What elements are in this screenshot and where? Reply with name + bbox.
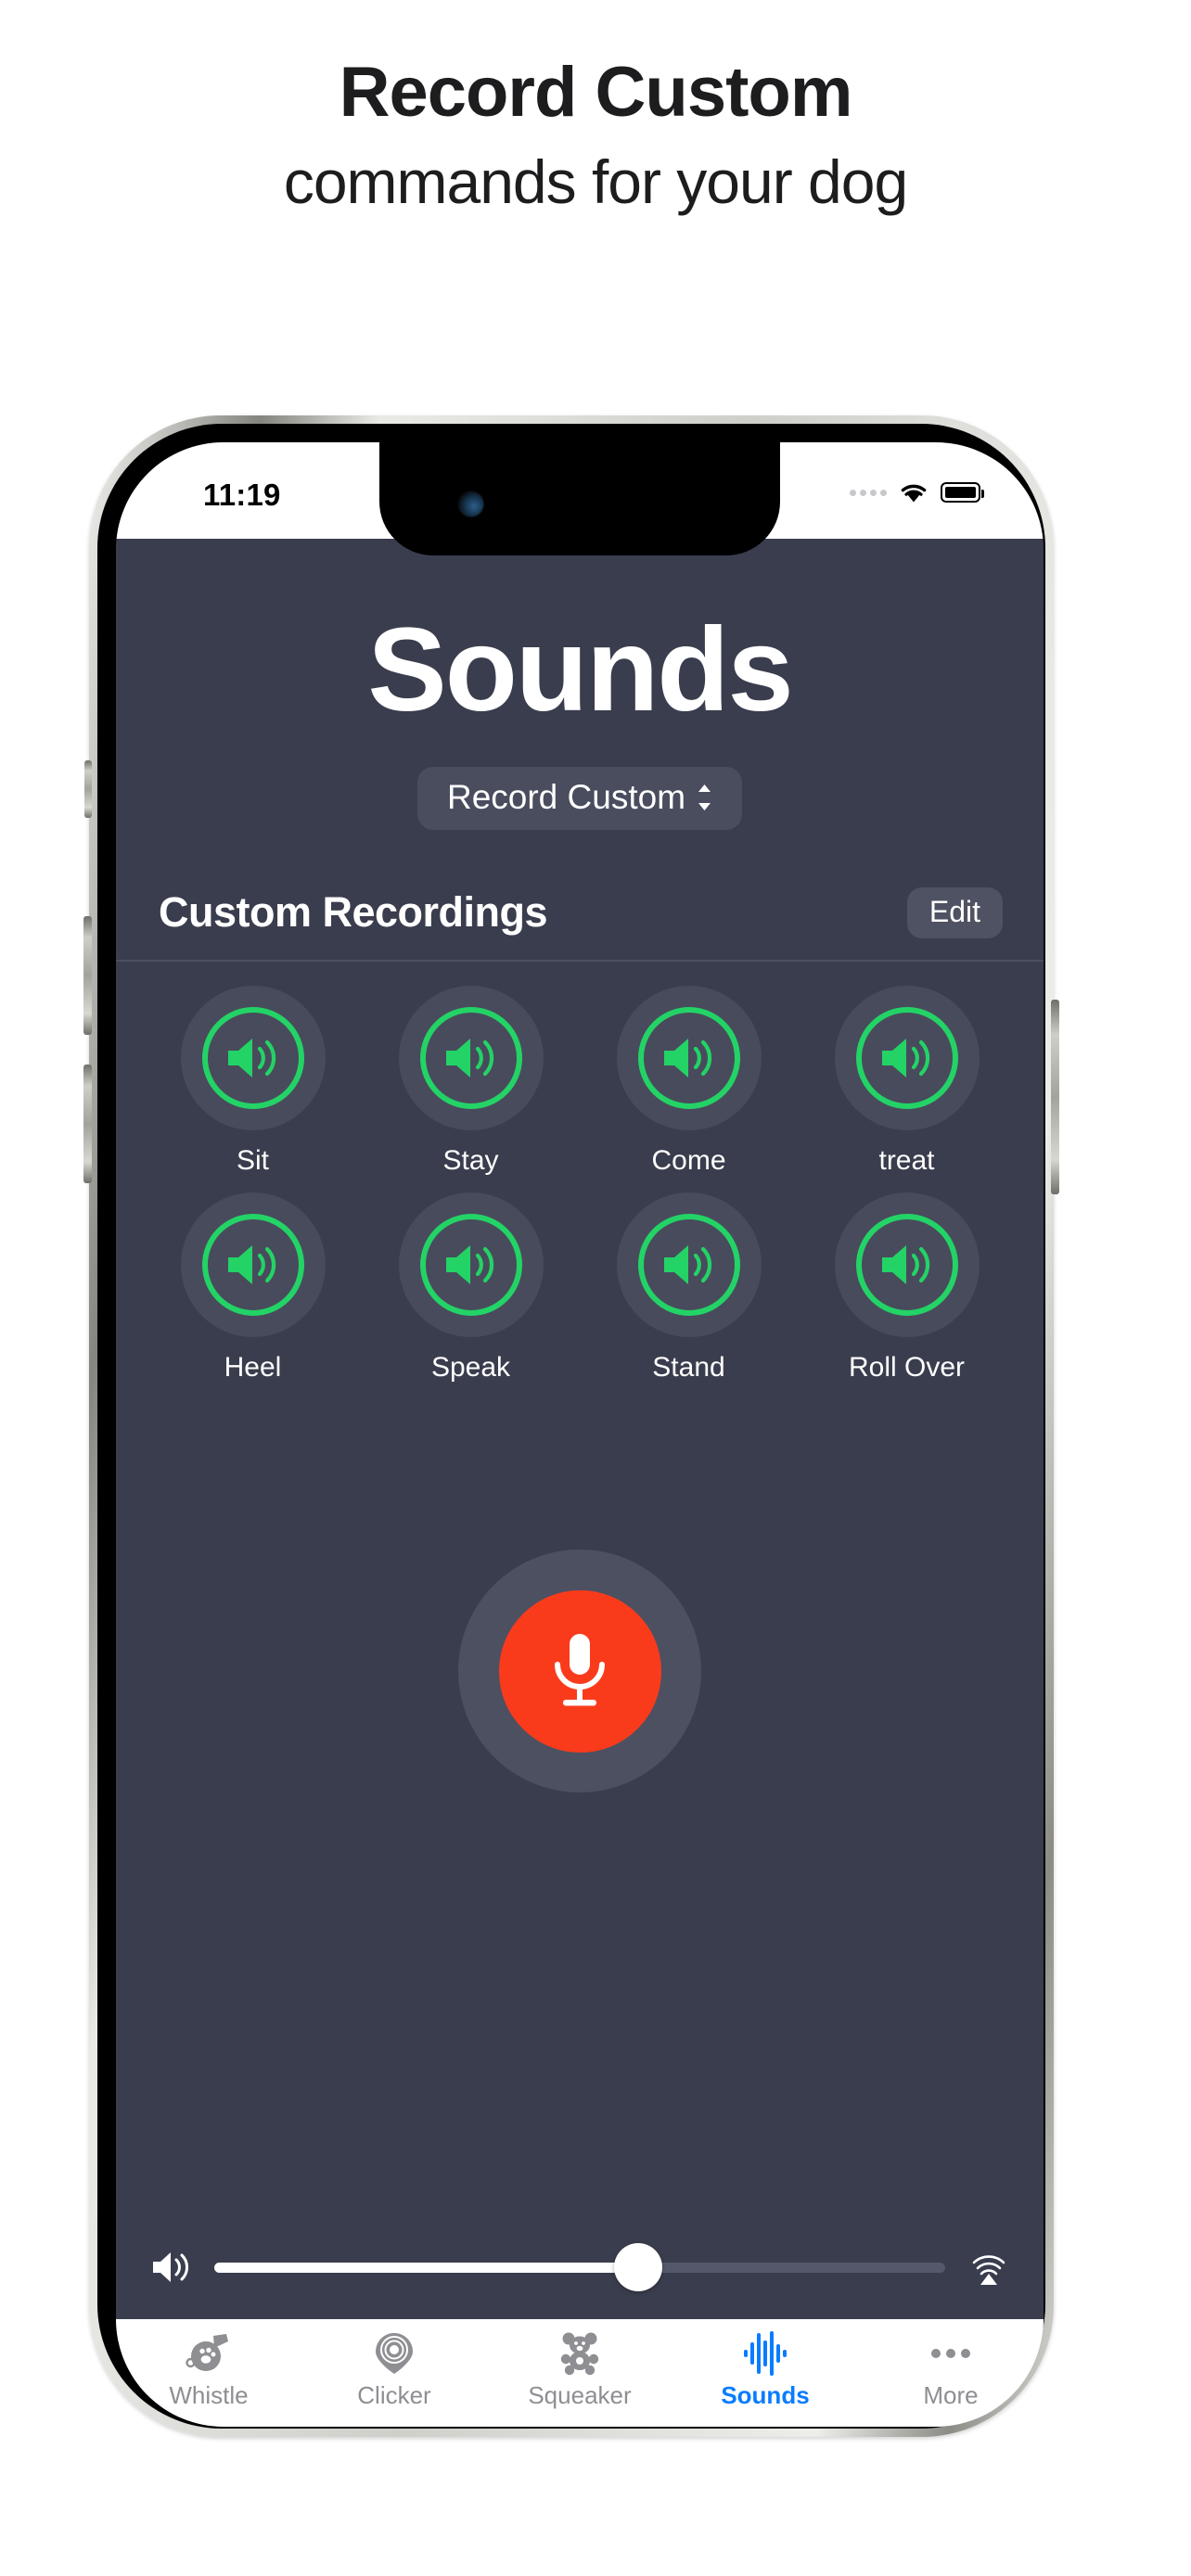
- sound-button[interactable]: Stand: [580, 1192, 798, 1383]
- speaker-wave-icon: [855, 1007, 958, 1109]
- record-halo: [458, 1549, 701, 1792]
- sound-button-label: Speak: [430, 1352, 511, 1383]
- sound-button-label: Stay: [442, 1145, 499, 1176]
- sound-button-label: Come: [651, 1145, 726, 1176]
- section-title: Custom Recordings: [159, 888, 548, 936]
- record-custom-picker[interactable]: Record Custom: [416, 767, 743, 830]
- promo-title: Record Custom: [339, 53, 853, 132]
- volume-slider[interactable]: [214, 2243, 945, 2291]
- tab-clicker[interactable]: Clicker: [301, 2330, 487, 2407]
- tab-label: Clicker: [357, 2381, 431, 2409]
- whistle-paw-icon: [186, 2330, 232, 2377]
- sound-button[interactable]: Roll Over: [798, 1192, 1016, 1383]
- sound-button-circle[interactable]: [616, 986, 762, 1130]
- display-notch: [379, 442, 780, 555]
- sound-button-circle[interactable]: [180, 986, 326, 1130]
- ellipsis-icon: [929, 2330, 972, 2377]
- speaker-wave-icon: [201, 1214, 304, 1316]
- page-title: Sounds: [367, 604, 793, 736]
- cellular-dots-icon: [850, 489, 887, 496]
- volume-up-button[interactable]: [83, 916, 92, 1035]
- volume-down-button[interactable]: [83, 1065, 92, 1183]
- waveform-icon: [743, 2330, 788, 2377]
- sound-button[interactable]: treat: [798, 986, 1016, 1176]
- tab-label: Whistle: [169, 2381, 249, 2409]
- status-bar-indicators: [850, 478, 984, 507]
- sound-button-circle[interactable]: [616, 1192, 762, 1337]
- record-button-container: [116, 1549, 1044, 1792]
- status-bar-time: 11:19: [203, 478, 281, 512]
- teddy-bear-icon: [557, 2330, 602, 2377]
- speaker-wave-icon: [419, 1007, 522, 1109]
- sound-button-label: Roll Over: [848, 1352, 966, 1383]
- tab-label: Sounds: [721, 2381, 810, 2409]
- sound-button[interactable]: Sit: [144, 986, 362, 1176]
- sound-button-label: Sit: [236, 1145, 269, 1176]
- section-header: Custom Recordings Edit: [116, 880, 1044, 945]
- volume-slider-fill: [214, 2262, 639, 2273]
- silent-switch-button[interactable]: [84, 760, 92, 818]
- speaker-wave-icon: [419, 1214, 522, 1316]
- phone-screen: 11:19 Sounds Record Custom Custom Record…: [116, 442, 1044, 2427]
- speaker-wave-icon: [637, 1007, 740, 1109]
- tab-whistle[interactable]: Whistle: [116, 2330, 301, 2407]
- edit-button[interactable]: Edit: [906, 886, 1003, 938]
- tab-sounds[interactable]: Sounds: [672, 2330, 858, 2407]
- sound-button[interactable]: Heel: [144, 1192, 362, 1383]
- speaker-wave-icon: [637, 1214, 740, 1316]
- tab-label: More: [923, 2381, 979, 2409]
- tab-squeaker[interactable]: Squeaker: [487, 2330, 672, 2407]
- tab-more[interactable]: More: [858, 2330, 1044, 2407]
- volume-slider-knob[interactable]: [614, 2243, 663, 2291]
- front-camera-icon: [457, 491, 484, 517]
- wifi-icon: [901, 484, 927, 502]
- promo-subtitle: commands for your dog: [283, 147, 908, 216]
- sound-button-circle[interactable]: [834, 1192, 980, 1337]
- airplay-audio-icon[interactable]: [967, 2246, 1010, 2289]
- app-content: Sounds Record Custom Custom Recordings E…: [116, 539, 1044, 2319]
- sound-button-label: Heel: [224, 1352, 282, 1383]
- record-button[interactable]: [498, 1589, 661, 1753]
- sound-button-circle[interactable]: [180, 1192, 326, 1337]
- sound-button[interactable]: Stay: [362, 986, 580, 1176]
- tab-label: Squeaker: [528, 2381, 632, 2409]
- chevron-up-down-icon: [698, 784, 711, 810]
- sound-button[interactable]: Come: [580, 986, 798, 1176]
- sound-grid: Sit Stay Come treat Heel Speak Stand Rol…: [116, 962, 1044, 1383]
- phone-frame: 11:19 Sounds Record Custom Custom Record…: [83, 415, 1059, 2437]
- speaker-wave-icon[interactable]: [149, 2249, 192, 2286]
- phone-bezel: 11:19 Sounds Record Custom Custom Record…: [97, 424, 1045, 2429]
- sound-button-circle[interactable]: [398, 986, 544, 1130]
- sound-button-label: Stand: [652, 1352, 725, 1383]
- speaker-wave-icon: [855, 1214, 958, 1316]
- mode-picker-label: Record Custom: [446, 778, 686, 816]
- speaker-wave-icon: [201, 1007, 304, 1109]
- promo-header: Record Custom commands for your dog: [0, 0, 1191, 219]
- mode-picker-container: Record Custom: [116, 767, 1044, 830]
- sound-button-circle[interactable]: [834, 986, 980, 1130]
- phone-mockup: 11:19 Sounds Record Custom Custom Record…: [83, 415, 1102, 2548]
- sound-button[interactable]: Speak: [362, 1192, 580, 1383]
- tab-bar: Whistle Clicker Squeaker Sounds More: [116, 2319, 1044, 2427]
- power-button[interactable]: [1051, 1000, 1059, 1194]
- sound-button-label: treat: [878, 1145, 935, 1176]
- battery-full-icon: [941, 482, 984, 503]
- sound-button-circle[interactable]: [398, 1192, 544, 1337]
- clicker-pin-icon: [374, 2330, 415, 2377]
- microphone-icon: [555, 1634, 605, 1706]
- volume-bar: [116, 2215, 1044, 2319]
